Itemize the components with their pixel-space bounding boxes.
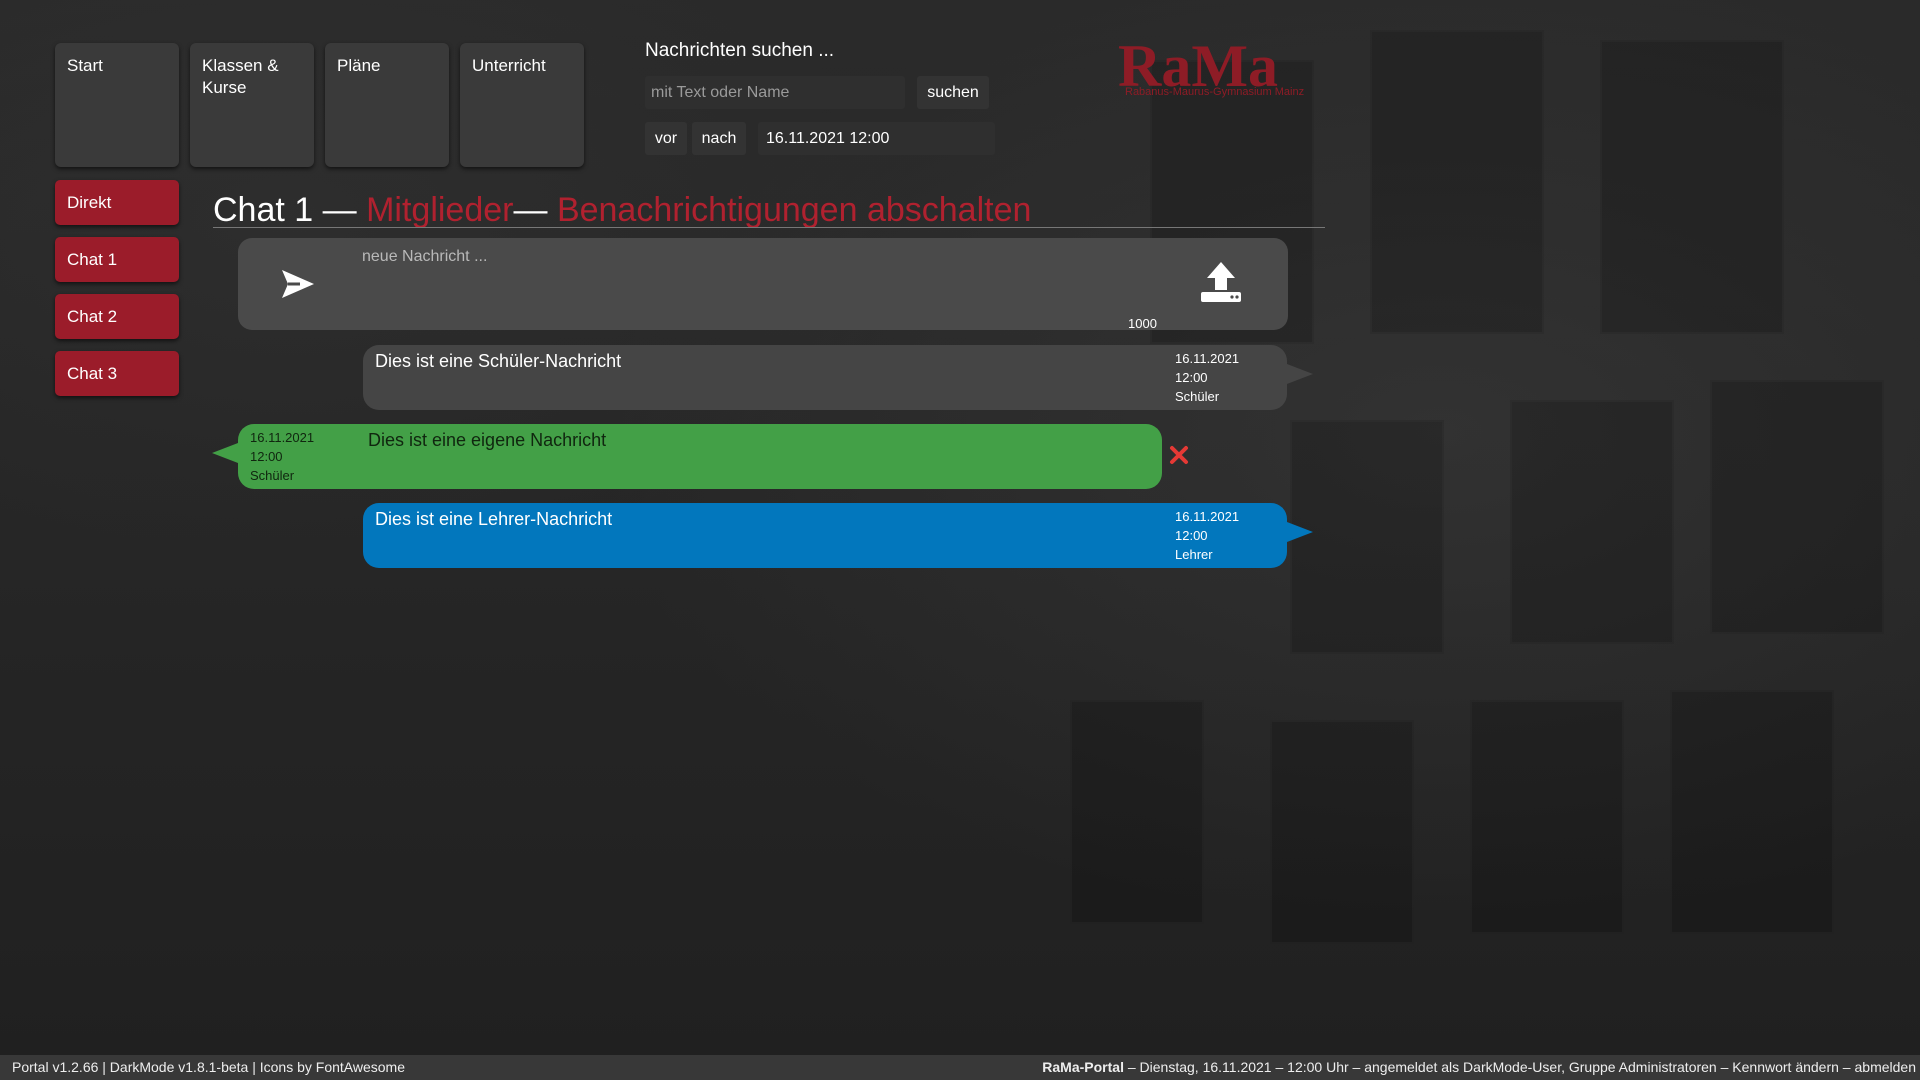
heading-separator: — bbox=[322, 191, 357, 229]
after-button[interactable]: nach bbox=[692, 122, 746, 155]
search-title: Nachrichten suchen ... bbox=[645, 40, 835, 61]
message-date: 16.11.2021 bbox=[250, 430, 315, 445]
message-meta: 16.11.2021 12:00 Lehrer bbox=[1175, 507, 1239, 564]
footer-separator: – bbox=[1838, 1059, 1855, 1075]
nav-tile-start[interactable]: Start bbox=[55, 43, 179, 167]
footer-status-text: – Dienstag, 16.11.2021 – 12:00 Uhr – ang… bbox=[1123, 1059, 1733, 1075]
search-button[interactable]: suchen bbox=[917, 76, 989, 109]
message-own: 16.11.2021 12:00 Schüler Dies ist eine e… bbox=[238, 424, 1162, 489]
nav-tile-classes-courses[interactable]: Klassen & Kurse bbox=[190, 43, 314, 167]
sidebar-item-label: Chat 3 bbox=[67, 364, 118, 383]
sidebar-item-label: Direkt bbox=[67, 193, 112, 212]
send-icon[interactable] bbox=[280, 266, 316, 302]
message-tail bbox=[212, 443, 238, 463]
upload-icon[interactable] bbox=[1198, 260, 1244, 304]
heading-separator: — bbox=[513, 191, 548, 229]
search-input[interactable] bbox=[645, 76, 905, 109]
message-tail bbox=[1287, 364, 1313, 384]
footer-version: Portal v1.2.66 | DarkMode v1.8.1-beta | … bbox=[12, 1059, 405, 1075]
chat-title: Chat 1 bbox=[213, 191, 314, 229]
message-date: 16.11.2021 bbox=[1175, 509, 1240, 524]
message-time: 12:00 bbox=[1175, 528, 1208, 543]
footer: Portal v1.2.66 | DarkMode v1.8.1-beta | … bbox=[0, 1055, 1920, 1080]
message-student: Dies ist eine Schüler-Nachricht 16.11.20… bbox=[363, 345, 1287, 410]
sidebar-item-label: Chat 1 bbox=[67, 250, 118, 269]
message-teacher: Dies ist eine Lehrer-Nachricht 16.11.202… bbox=[363, 503, 1287, 568]
char-counter: 1000 bbox=[1128, 316, 1157, 331]
nav-tile-plans[interactable]: Pläne bbox=[325, 43, 449, 167]
nav-tile-label: Unterricht bbox=[472, 56, 546, 75]
logo-subtitle: Rabanus-Maurus-Gymnasium Mainz bbox=[1125, 86, 1305, 98]
sidebar-item-chat-1[interactable]: Chat 1 bbox=[55, 237, 179, 282]
message-date: 16.11.2021 bbox=[1175, 351, 1240, 366]
nav-tile-label: Pläne bbox=[337, 56, 381, 75]
footer-status: RaMa-Portal – Dienstag, 16.11.2021 – 12:… bbox=[1042, 1055, 1916, 1080]
close-icon[interactable] bbox=[1168, 444, 1190, 466]
nav-tile-label: Start bbox=[67, 56, 103, 75]
nav-tile-label: Klassen & Kurse bbox=[202, 56, 279, 97]
logout-link[interactable]: abmelden bbox=[1855, 1059, 1917, 1075]
members-link[interactable]: Mitglieder bbox=[366, 191, 513, 229]
message-meta: 16.11.2021 12:00 Schüler bbox=[250, 428, 314, 485]
message-tail bbox=[1287, 522, 1313, 542]
sidebar-item-chat-3[interactable]: Chat 3 bbox=[55, 351, 179, 396]
datetime-field[interactable]: 16.11.2021 12:00 bbox=[758, 122, 995, 155]
footer-brand: RaMa-Portal bbox=[1042, 1059, 1124, 1075]
sidebar-item-chat-2[interactable]: Chat 2 bbox=[55, 294, 179, 339]
nav-tile-lessons[interactable]: Unterricht bbox=[460, 43, 584, 167]
message-role: Schüler bbox=[1175, 389, 1220, 404]
chat-heading: Chat 1 — Mitglieder— Benachrichtigungen … bbox=[213, 188, 1031, 232]
message-time: 12:00 bbox=[1175, 370, 1208, 385]
message-role: Lehrer bbox=[1175, 547, 1213, 562]
message-text: Dies ist eine Lehrer-Nachricht bbox=[375, 509, 613, 529]
before-button[interactable]: vor bbox=[645, 122, 687, 155]
message-time: 12:00 bbox=[250, 449, 283, 464]
sidebar-item-label: Chat 2 bbox=[67, 307, 118, 326]
message-composer: 1000 bbox=[238, 238, 1288, 331]
message-role: Schüler bbox=[250, 468, 295, 483]
change-password-link[interactable]: Kennwort ändern bbox=[1732, 1059, 1839, 1075]
sidebar-item-direct[interactable]: Direkt bbox=[55, 180, 179, 225]
message-input[interactable] bbox=[360, 246, 1184, 320]
message-text: Dies ist eine eigene Nachricht bbox=[368, 430, 607, 450]
message-text: Dies ist eine Schüler-Nachricht bbox=[375, 351, 622, 371]
message-meta: 16.11.2021 12:00 Schüler bbox=[1175, 349, 1239, 406]
mute-notifications-link[interactable]: Benachrichtigungen abschalten bbox=[557, 191, 1031, 229]
heading-divider bbox=[213, 227, 1325, 228]
